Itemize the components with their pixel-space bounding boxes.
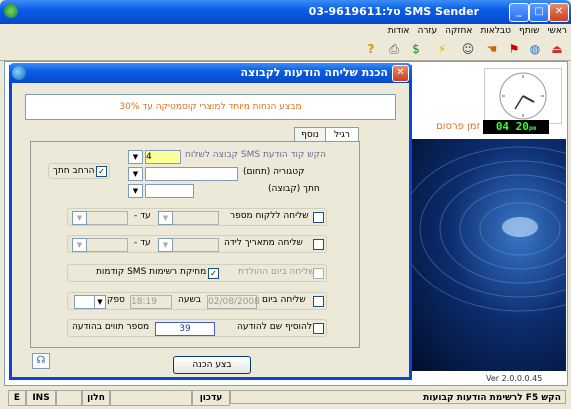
menu-maintenance[interactable]: אחזקה [441, 24, 476, 38]
analog-clock [484, 68, 562, 124]
birthdate-from-input [172, 238, 219, 252]
maximize-button[interactable]: □ [529, 3, 549, 22]
number-from-dropdown: ▼ [158, 211, 173, 225]
send-by-birthdate-checkbox[interactable] [313, 239, 324, 250]
at-hour-label: בשעה [178, 295, 202, 305]
status-ins: INS [26, 390, 56, 406]
status-blank [110, 390, 192, 406]
ad-time-label: זמן פרסום [436, 121, 480, 132]
group-code-input[interactable]: 4 [145, 150, 181, 164]
subgroup-label: חתך (קבוצה) [268, 184, 320, 194]
digital-clock-time: 04 20 [495, 120, 529, 133]
chars-count-label: מספר תווים בהודעה [72, 322, 150, 332]
digital-clock: 04 20pm [483, 120, 549, 134]
expand-subgroup-box[interactable]: ✓ הרחב חתך [48, 163, 110, 179]
expand-subgroup-checkbox[interactable]: ✓ [96, 166, 107, 177]
menu-bar: ראשישותףטבלאותאחזקהעזרהאודות [0, 24, 571, 38]
digital-clock-ampm: pm [528, 125, 537, 132]
toolbar: ⏏ ◍ ⚑ ☚ ☺ ⚡ $ ⎙ ? [0, 38, 571, 61]
number-to-label: עד - [134, 211, 151, 221]
globe-icon [12, 66, 26, 80]
app-icon [4, 4, 18, 18]
execute-button[interactable]: בצע הכנה [173, 356, 251, 374]
group-code-label: הקש קוד הודעת SMS קבוצה לשלוח [185, 150, 326, 160]
clock-face-icon [499, 72, 547, 120]
category-input[interactable] [145, 167, 238, 181]
menu-about[interactable]: אודות [384, 24, 414, 38]
add-name-checkbox[interactable] [313, 323, 324, 334]
status-bar: E INS חלון עדכון הקש F5 לרשימת הודעות קב… [0, 387, 571, 409]
expand-subgroup-label: הרחב חתך [53, 166, 95, 176]
dialog-title: הכנת שליחה הודעות לקבוצה [240, 66, 388, 79]
close-button[interactable]: ✕ [549, 3, 569, 22]
send-on-day-label: שליחה ביום [262, 295, 306, 305]
group-code-dropdown[interactable]: ▼ [128, 150, 143, 164]
globe-icon[interactable]: ◍ [527, 41, 543, 57]
send-date-input: 02/08/2008 [207, 295, 260, 309]
dialog-titlebar[interactable]: הכנת שליחה הודעות לקבוצה ✕ [9, 63, 412, 83]
status-update: עדכון [192, 390, 230, 406]
send-on-day-checkbox[interactable] [313, 296, 324, 307]
promo-banner [410, 139, 566, 371]
birthdate-to-label: עד - [134, 238, 151, 248]
status-hint: הקש F5 לרשימת הודעות קבועות [230, 390, 566, 404]
number-to-dropdown: ▼ [72, 211, 87, 225]
chars-count-input: 39 [155, 322, 215, 336]
menu-tables[interactable]: טבלאות [476, 24, 515, 38]
tab-extra[interactable]: נוסף [294, 127, 326, 142]
send-birthday-label: שליחה ביום ההולדת [238, 267, 315, 277]
flag-icon[interactable]: ⚑ [506, 41, 522, 57]
send-by-number-checkbox[interactable] [313, 212, 324, 223]
info-icon[interactable]: ☊ [32, 353, 50, 369]
promo-rings-icon [410, 146, 566, 312]
hand-icon[interactable]: ☚ [484, 41, 500, 57]
number-to-input [86, 211, 128, 225]
send-by-number-label: שליחה ללקוח מספר [230, 211, 309, 221]
help-icon[interactable]: ? [363, 41, 379, 57]
birthdate-from-dropdown: ▼ [158, 238, 173, 252]
status-e: E [8, 390, 26, 406]
speed-dropdown[interactable]: ▼ [94, 295, 106, 309]
menu-partner[interactable]: שותף [515, 24, 544, 38]
window-titlebar[interactable]: SMS Sender טל:03-9619611 _ □ ✕ [0, 0, 571, 24]
send-by-birthdate-label: שליחה מתאריך לידה [224, 238, 303, 248]
number-from-input [172, 211, 219, 225]
send-time-input: 18:19 [130, 295, 172, 309]
window-title: SMS Sender טל:03-9619611 [308, 5, 479, 18]
version-label: Ver 2.0.0.0.45 [486, 374, 543, 383]
menu-help[interactable]: עזרה [413, 24, 441, 38]
minimize-button[interactable]: _ [509, 3, 529, 22]
status-window: חלון [82, 390, 110, 406]
speed-label: ספק [107, 295, 125, 305]
users-icon[interactable]: ☺ [460, 41, 476, 57]
exit-icon[interactable]: ⏏ [549, 41, 565, 57]
delete-prev-lists-checkbox[interactable]: ✓ [208, 268, 219, 279]
lightning-icon[interactable]: ⚡ [434, 41, 450, 57]
birthdate-to-dropdown: ▼ [72, 238, 87, 252]
status-caps [56, 390, 82, 406]
tab-general[interactable]: רגיל [325, 127, 359, 142]
birthdate-to-input [86, 238, 128, 252]
menu-main[interactable]: ראשי [544, 24, 571, 38]
dialog-close-button[interactable]: ✕ [392, 65, 409, 82]
printer-icon[interactable]: ⎙ [386, 41, 402, 57]
add-name-label: להוסיף שם להודעה [237, 322, 313, 332]
category-dropdown[interactable]: ▼ [128, 167, 143, 181]
delete-prev-lists-label: מחיקת רשימות SMS קודמות [96, 267, 207, 277]
money-icon[interactable]: $ [408, 41, 424, 57]
subgroup-dropdown[interactable]: ▼ [128, 184, 143, 198]
speed-input[interactable] [74, 295, 96, 309]
subgroup-input[interactable] [145, 184, 194, 198]
message-notice: מבצע הנחות מיוחד למוצרי קוסמטיקה עד 30% [25, 94, 396, 120]
category-label: קטגוריה (תחום) [243, 167, 305, 177]
